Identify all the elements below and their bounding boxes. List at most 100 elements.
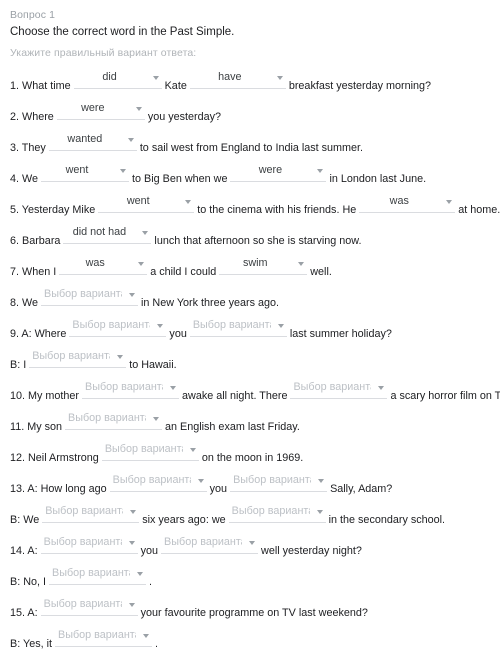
answer-select-placeholder: Выбор варианта	[68, 412, 147, 424]
chevron-down-icon	[152, 76, 159, 80]
row-15: 15. A: Выбор варианта your favourite progr…	[10, 593, 490, 624]
answer-select-15[interactable]: Выбор варианта	[29, 347, 127, 368]
answer-select-7[interactable]: went	[98, 192, 195, 213]
answer-select-placeholder: Выбор варианта	[52, 567, 131, 579]
sentence-text: 7. When I	[10, 266, 57, 278]
row-14b: B: No, I Выбор варианта.	[10, 562, 490, 593]
sentence-text: B: Yes, it	[10, 638, 53, 650]
answer-select-value: were	[258, 164, 283, 176]
answer-select-placeholder: Выбор варианта	[293, 381, 372, 393]
sentence-text: you	[209, 483, 228, 495]
sentence-text: well.	[310, 266, 332, 278]
answer-select-27[interactable]: Выбор варианта	[40, 595, 138, 616]
answer-select-placeholder: Выбор варианта	[45, 505, 124, 517]
answer-select-value: went	[65, 164, 89, 176]
answer-select-value: did	[102, 71, 117, 83]
chevron-down-icon	[317, 169, 324, 173]
answer-select-placeholder: Выбор варианта	[72, 319, 151, 331]
answer-select-17[interactable]: Выбор варианта	[290, 378, 388, 399]
chevron-down-icon	[128, 603, 135, 607]
answer-select-12[interactable]: Выбор варианта	[41, 285, 139, 306]
sentence-text: to Big Ben when we	[132, 173, 228, 185]
answer-select-value: have	[218, 71, 242, 83]
answer-select-placeholder: Выбор варианта	[104, 443, 183, 455]
sentence-text: 9. A: Where	[10, 328, 67, 340]
answer-select-placeholder: Выбор варианта	[32, 350, 111, 362]
row-6: 6. Barbara did not had lunch that afternoo…	[10, 221, 490, 252]
answer-select-placeholder: Выбор варианта	[43, 536, 122, 548]
sentence-text: 14. A:	[10, 545, 38, 557]
sentence-text: last summer holiday?	[289, 328, 392, 340]
sentence-text: 8. We	[10, 297, 39, 309]
page-title: Choose the correct word in the Past Simp…	[10, 26, 235, 38]
sentence-text: well yesterday night?	[261, 545, 362, 557]
answer-select-22[interactable]: Выбор варианта	[42, 502, 140, 523]
chevron-down-icon	[127, 138, 134, 142]
answer-select-19[interactable]: Выбор варианта	[101, 440, 199, 461]
answer-select-11[interactable]: swim	[219, 254, 308, 275]
answer-select-value: went	[126, 195, 150, 207]
sentence-text: awake all night. There	[182, 390, 288, 402]
answer-select-placeholder: Выбор варианта	[44, 288, 123, 300]
sentence-text: 15. A:	[10, 607, 38, 619]
answer-select-6[interactable]: were	[230, 161, 327, 182]
sentence-text: .	[155, 638, 159, 650]
sentence-text: in London last June.	[329, 173, 427, 185]
chevron-down-icon	[128, 541, 135, 545]
row-9b: B: I Выбор варианта to Hawaii.	[10, 345, 490, 376]
answer-select-4[interactable]: wanted	[48, 130, 137, 151]
answer-select-16[interactable]: Выбор варианта	[82, 378, 180, 399]
sentence-text: you	[140, 545, 159, 557]
sentence-text: 13. A: How long ago	[10, 483, 107, 495]
answer-select-placeholder: Выбор варианта	[231, 505, 310, 517]
answer-select-28[interactable]: Выбор варианта	[55, 626, 153, 647]
chevron-down-icon	[318, 479, 325, 483]
chevron-down-icon	[157, 324, 164, 328]
sentence-text: 3. They	[10, 142, 46, 154]
chevron-down-icon	[120, 169, 127, 173]
answer-select-26[interactable]: Выбор варианта	[49, 564, 147, 585]
answer-select-21[interactable]: Выбор варианта	[230, 471, 328, 492]
sentence-text: an English exam last Friday.	[165, 421, 300, 433]
answer-select-placeholder: Выбор варианта	[164, 536, 243, 548]
sentence-text: on the moon in 1969.	[201, 452, 304, 464]
chevron-down-icon	[142, 231, 149, 235]
answer-select-18[interactable]: Выбор варианта	[65, 409, 163, 430]
sentence-text: to the cinema with his friends. He	[197, 204, 357, 216]
row-4: 4. We went to Big Ben when we were in London…	[10, 159, 490, 190]
sentence-text: breakfast yesterday morning?	[288, 80, 432, 92]
answer-select-5[interactable]: went	[41, 161, 130, 182]
row-10: 10. My mother Выбор варианта awake all nig…	[10, 376, 500, 407]
answer-select-8[interactable]: was	[359, 192, 456, 213]
answer-select-9[interactable]: did not had	[63, 223, 152, 244]
chevron-down-icon	[249, 541, 256, 545]
answer-select-13[interactable]: Выбор варианта	[69, 316, 167, 337]
row-7: 7. When I was a child I could swim well.	[10, 252, 490, 283]
answer-select-3[interactable]: were	[56, 99, 145, 120]
row-9: 9. A: Where Выбор варианта you Выбор вариан…	[10, 314, 490, 345]
chevron-down-icon	[143, 634, 150, 638]
chevron-down-icon	[316, 510, 323, 514]
answer-select-placeholder: Выбор варианта	[192, 319, 271, 331]
answer-select-2[interactable]: have	[189, 68, 286, 89]
sentence-text: to Hawaii.	[129, 359, 177, 371]
answer-select-20[interactable]: Выбор варианта	[109, 471, 207, 492]
answer-select-placeholder: Выбор варианта	[112, 474, 191, 486]
answer-select-25[interactable]: Выбор варианта	[161, 533, 259, 554]
question-page: Вопрос 1 Choose the correct word in the …	[0, 0, 500, 650]
answer-select-1[interactable]: did	[73, 68, 162, 89]
sentence-text: 12. Neil Armstrong	[10, 452, 99, 464]
chevron-down-icon	[153, 417, 160, 421]
chevron-down-icon	[298, 262, 305, 266]
answer-select-placeholder: Выбор варианта	[233, 474, 312, 486]
sentence-text: 1. What time	[10, 80, 71, 92]
answer-select-value: swim	[242, 257, 268, 269]
answer-select-23[interactable]: Выбор варианта	[228, 502, 326, 523]
answer-select-10[interactable]: was	[59, 254, 148, 275]
instruction-hint: Укажите правильный вариант ответа:	[10, 47, 197, 59]
answer-select-14[interactable]: Выбор варианта	[189, 316, 287, 337]
sentence-text: in New York three years ago.	[141, 297, 280, 309]
answer-select-value: wanted	[67, 133, 103, 145]
sentence-text: 6. Barbara	[10, 235, 61, 247]
answer-select-24[interactable]: Выбор варианта	[40, 533, 138, 554]
